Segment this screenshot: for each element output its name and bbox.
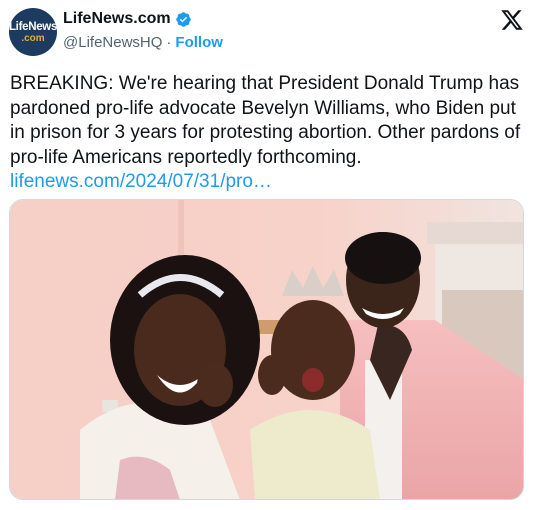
author-avatar[interactable]: LifeNews .com [9, 8, 57, 56]
author-name-row: LifeNews.com [63, 10, 192, 28]
avatar-logo-suffix: .com [21, 32, 45, 44]
tweet-photo[interactable] [9, 199, 524, 500]
separator-dot: · [166, 34, 172, 51]
tweet-card: LifeNews .com LifeNews.com @LifeNewsHQ ·… [0, 0, 535, 510]
verified-badge-icon [175, 11, 191, 27]
tweet-text: BREAKING: We're hearing that President D… [10, 72, 525, 195]
tweet-link[interactable]: lifenews.com/2024/07/31/pro… [10, 171, 272, 192]
tweet-body: BREAKING: We're hearing that President D… [10, 73, 521, 168]
author-handle-row: @LifeNewsHQ · Follow [63, 34, 223, 51]
author-display-name[interactable]: LifeNews.com [63, 10, 171, 28]
x-logo-icon[interactable] [500, 8, 524, 32]
follow-button[interactable]: Follow [175, 34, 223, 51]
avatar-logo-text: LifeNews [9, 20, 57, 33]
author-handle[interactable]: @LifeNewsHQ [63, 34, 162, 51]
family-photo-image [10, 200, 523, 499]
